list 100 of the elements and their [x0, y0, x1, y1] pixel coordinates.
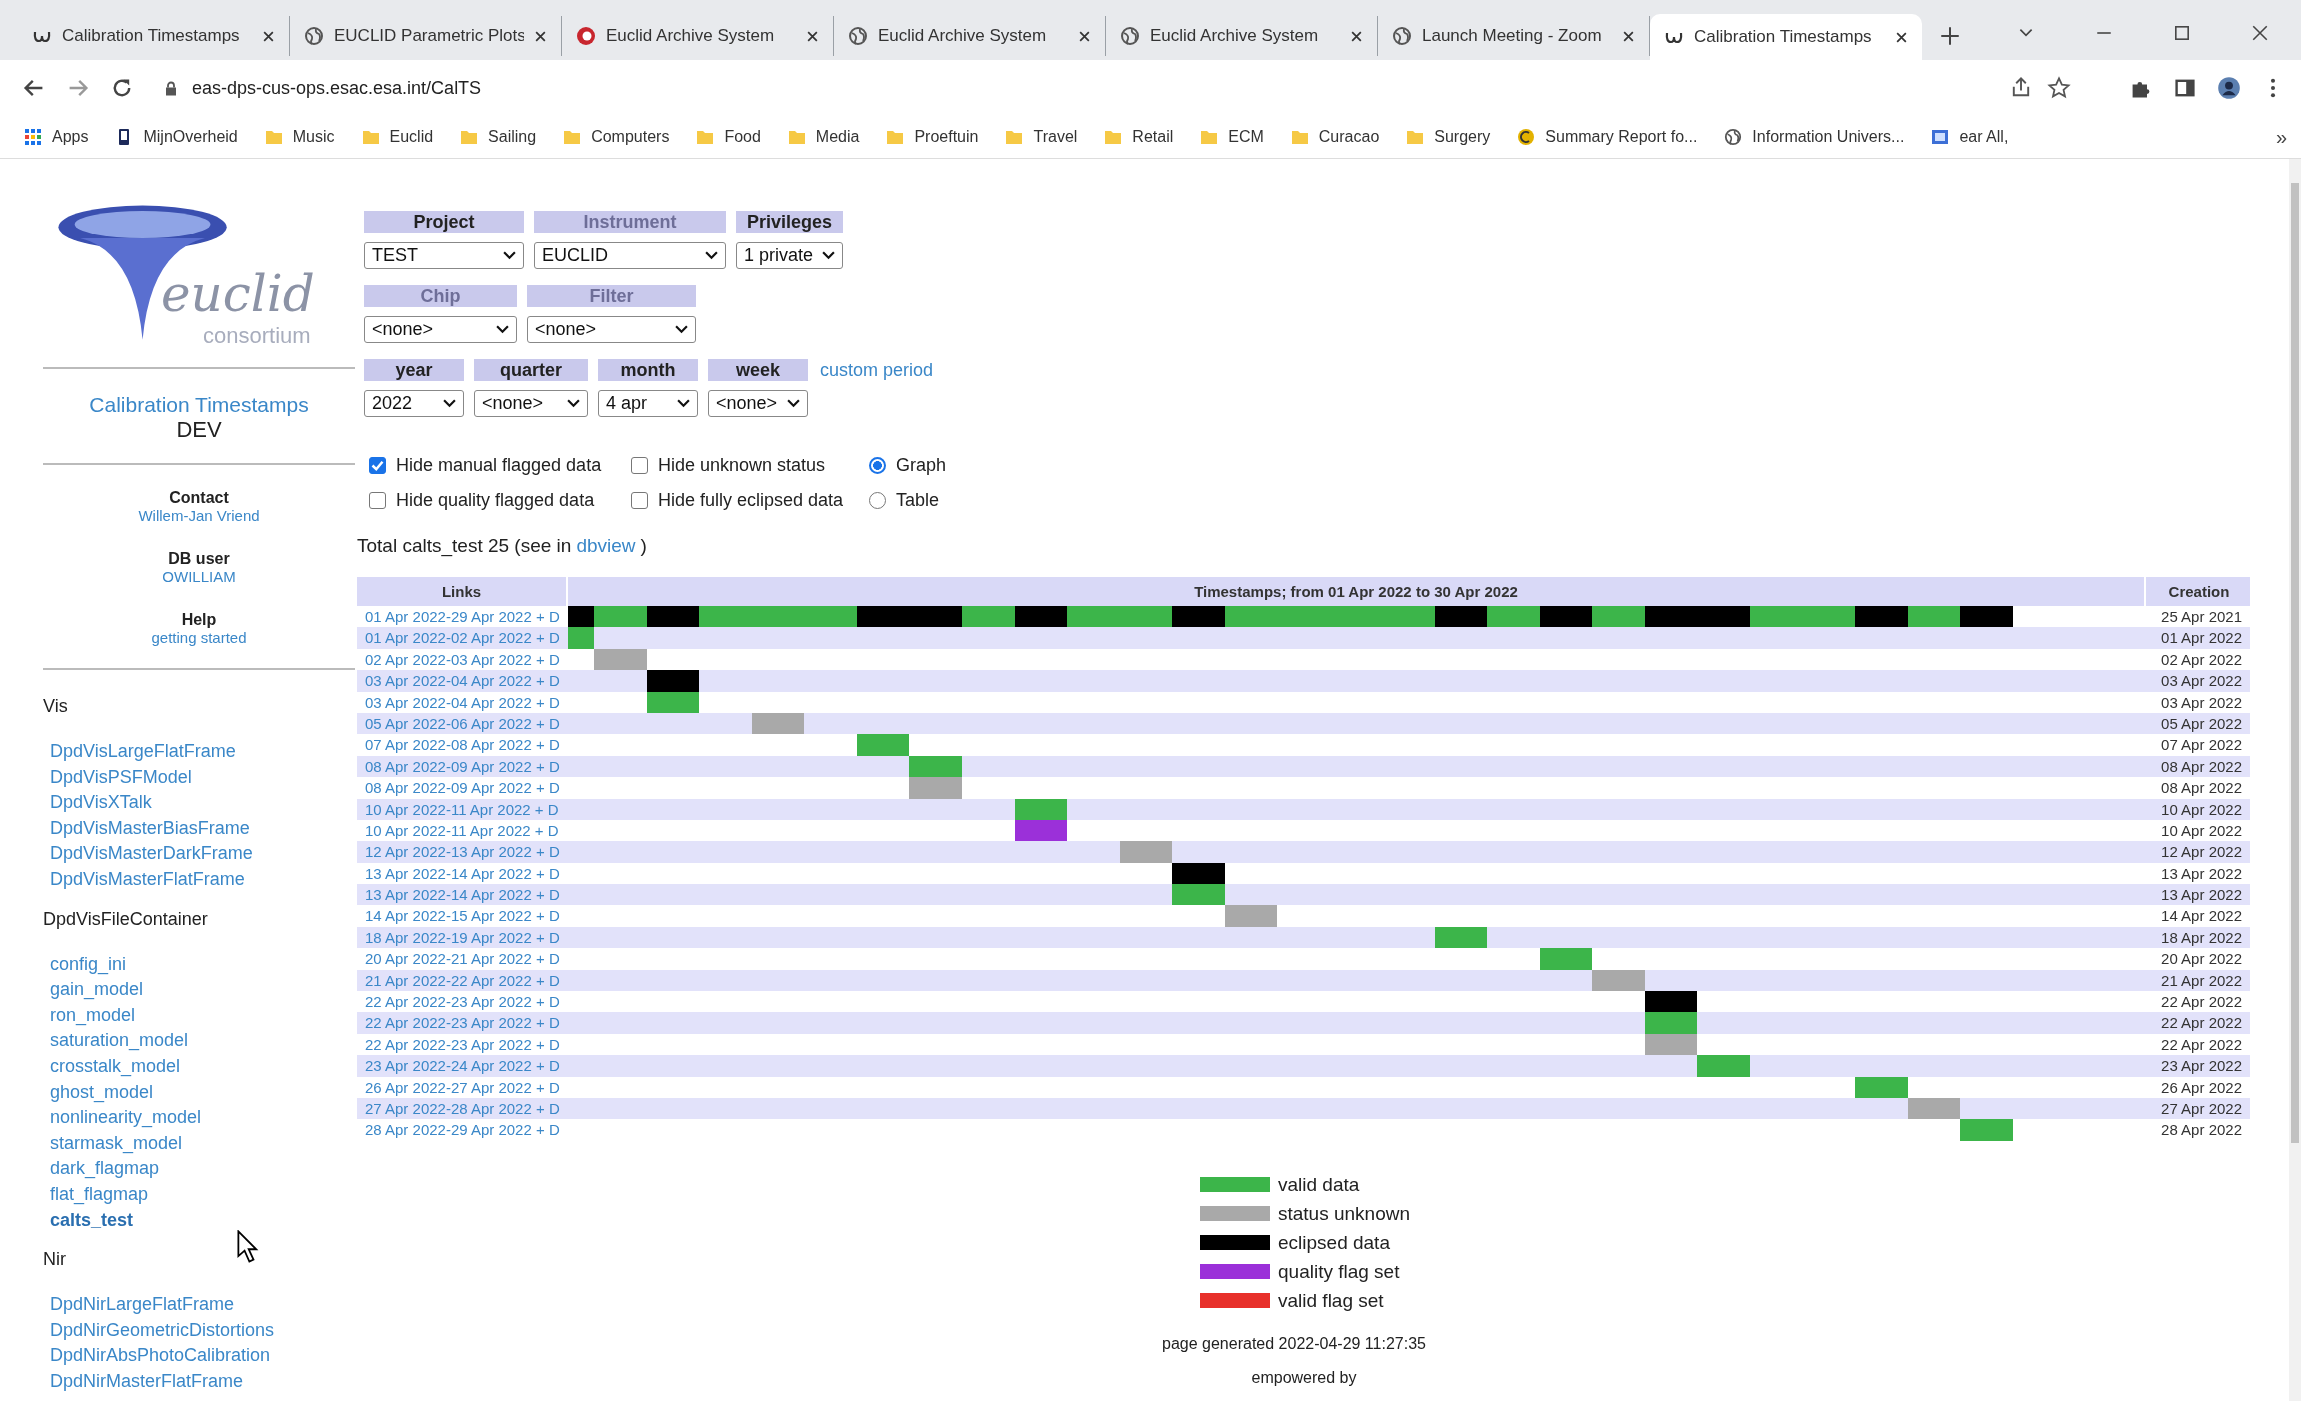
product-link[interactable]: flat_flagmap [50, 1181, 149, 1208]
browser-tab[interactable]: Calibration Timestamps [18, 16, 290, 56]
product-link[interactable]: saturation_model [50, 1028, 189, 1054]
timestamp-link[interactable]: 22 Apr 2022-23 Apr 2022 + D [357, 1012, 568, 1034]
timestamp-link[interactable]: 13 Apr 2022-14 Apr 2022 + D [357, 862, 568, 885]
bookmark[interactable]: MijnOverheid [115, 128, 238, 146]
info-link[interactable]: OWILLIAM [162, 568, 236, 585]
close-icon[interactable] [262, 29, 275, 43]
avatar-icon[interactable] [2217, 76, 2241, 100]
product-link[interactable]: starmask_model [50, 1130, 183, 1157]
timestamp-link[interactable]: 21 Apr 2022-22 Apr 2022 + D [357, 969, 568, 992]
bookmark[interactable]: Computers [563, 128, 670, 146]
timestamp-link[interactable]: 14 Apr 2022-15 Apr 2022 + D [357, 905, 568, 927]
timestamp-link[interactable]: 12 Apr 2022-13 Apr 2022 + D [357, 841, 568, 863]
checkbox[interactable] [631, 457, 648, 474]
product-link[interactable]: dark_flagmap [50, 1156, 160, 1182]
product-link[interactable]: ghost_model [50, 1079, 154, 1106]
timestamp-link[interactable]: 03 Apr 2022-04 Apr 2022 + D [357, 670, 568, 692]
custom-period-link[interactable]: custom period [820, 359, 934, 381]
select-field[interactable]: 2022 [364, 390, 464, 417]
bookmark[interactable]: Information Univers... [1724, 128, 1905, 146]
timestamp-link[interactable]: 07 Apr 2022-08 Apr 2022 + D [357, 734, 568, 756]
timestamp-link[interactable]: 28 Apr 2022-29 Apr 2022 + D [357, 1119, 568, 1141]
bookmark[interactable]: Food [696, 128, 761, 146]
timestamp-link[interactable]: 05 Apr 2022-06 Apr 2022 + D [357, 712, 568, 735]
bookmark[interactable]: Retail [1104, 128, 1174, 146]
bookmark[interactable]: ear All, [1931, 128, 2009, 146]
browser-tab[interactable]: Calibration Timestamps [1650, 14, 1922, 60]
close-icon[interactable] [1350, 29, 1363, 43]
address-field[interactable]: eas-dps-cus-ops.esac.esa.int/CalTS [192, 77, 482, 99]
plus-icon[interactable] [1940, 26, 1960, 46]
product-link[interactable]: gain_model [50, 977, 144, 1003]
product-link[interactable]: crosstalk_model [50, 1053, 181, 1080]
timestamp-link[interactable]: 01 Apr 2022-02 Apr 2022 + D [357, 627, 568, 649]
select-field[interactable]: TEST [364, 242, 524, 269]
bookmark[interactable]: Travel [1005, 128, 1078, 146]
product-link[interactable]: DpdNirLargeFlatFrame [50, 1292, 235, 1318]
timestamp-link[interactable]: 10 Apr 2022-11 Apr 2022 + D [357, 798, 568, 820]
select-field[interactable]: 4 apr [598, 390, 698, 417]
bookmark[interactable]: ECM [1200, 128, 1264, 146]
checkbox[interactable] [631, 492, 648, 509]
timestamp-link[interactable]: 10 Apr 2022-11 Apr 2022 + D [357, 819, 568, 842]
close-icon[interactable] [806, 29, 819, 43]
timestamp-link[interactable]: 08 Apr 2022-09 Apr 2022 + D [357, 755, 568, 778]
more-bookmarks-button[interactable]: » [2275, 125, 2287, 149]
info-link[interactable]: getting started [151, 629, 247, 646]
product-link[interactable]: config_ini [50, 951, 127, 978]
product-link[interactable]: DpdNirAbsPhotoCalibration [50, 1343, 271, 1369]
timestamp-link[interactable]: 13 Apr 2022-14 Apr 2022 + D [357, 884, 568, 906]
maximize-icon[interactable] [2173, 24, 2191, 42]
radio-button[interactable] [869, 457, 886, 474]
product-link[interactable]: nonlinearity_model [50, 1105, 202, 1131]
checkbox[interactable] [369, 492, 386, 509]
select-field[interactable]: 1 private [736, 242, 843, 269]
product-link[interactable]: DpdVisMasterDarkFrame [50, 841, 253, 867]
select-field[interactable]: <none> [474, 390, 588, 417]
timestamp-link[interactable]: 20 Apr 2022-21 Apr 2022 + D [357, 948, 568, 970]
bookmark[interactable]: Proeftuin [886, 128, 979, 146]
browser-tab[interactable]: Euclid Archive System [1106, 16, 1378, 56]
browser-tab[interactable]: Euclid Archive System [834, 16, 1106, 56]
product-link[interactable]: calts_test [50, 1207, 134, 1234]
bookmark[interactable]: Music [264, 128, 335, 146]
select-field[interactable]: <none> [708, 390, 808, 417]
timestamp-link[interactable]: 23 Apr 2022-24 Apr 2022 + D [357, 1055, 568, 1077]
bookmark[interactable]: Summary Report fo... [1517, 128, 1698, 146]
timestamp-link[interactable]: 01 Apr 2022-29 Apr 2022 + D [357, 606, 568, 628]
bookmark[interactable]: Sailing [460, 128, 537, 146]
scrollbar[interactable] [2289, 159, 2301, 1401]
close-icon[interactable] [1078, 29, 1091, 43]
close-icon[interactable] [2251, 24, 2269, 42]
bookmark[interactable]: Euclid [361, 128, 434, 146]
dbview-link[interactable]: dbview [576, 535, 636, 557]
bookmark[interactable]: Media [787, 128, 860, 146]
product-link[interactable]: ron_model [50, 1002, 136, 1029]
section-title: Vis [43, 696, 68, 717]
checkbox[interactable] [369, 457, 386, 474]
timestamp-link[interactable]: 02 Apr 2022-03 Apr 2022 + D [357, 648, 568, 671]
bookmark[interactable]: Surgery [1406, 128, 1491, 146]
browser-tab[interactable]: Euclid Archive System [562, 16, 834, 56]
bookmark[interactable]: Apps [24, 128, 89, 146]
timestamp-link[interactable]: 08 Apr 2022-09 Apr 2022 + D [357, 777, 568, 799]
star-icon[interactable] [2047, 76, 2071, 100]
bookmark[interactable]: Curacao [1290, 128, 1380, 146]
close-icon[interactable] [1622, 29, 1635, 43]
timestamp-link[interactable]: 22 Apr 2022-23 Apr 2022 + D [357, 991, 568, 1013]
product-link[interactable]: DpdVisXTalk [50, 790, 152, 816]
product-link[interactable]: DpdVisMasterBiasFrame [50, 815, 250, 842]
timestamp-link[interactable]: 27 Apr 2022-28 Apr 2022 + D [357, 1098, 568, 1120]
info-link[interactable]: Willem-Jan Vriend [138, 507, 260, 524]
product-link[interactable]: DpdVisLargeFlatFrame [50, 739, 236, 765]
product-link[interactable]: DpdVisPSFModel [50, 764, 192, 791]
close-icon[interactable] [1895, 30, 1908, 44]
timestamp-link[interactable]: 22 Apr 2022-23 Apr 2022 + D [357, 1033, 568, 1056]
timestamp-link[interactable]: 18 Apr 2022-19 Apr 2022 + D [357, 926, 568, 949]
product-link[interactable]: DpdNirMasterFlatFrame [50, 1368, 244, 1395]
timestamp-link[interactable]: 26 Apr 2022-27 Apr 2022 + D [357, 1076, 568, 1098]
product-link[interactable]: DpdVisMasterFlatFrame [50, 866, 245, 893]
close-icon[interactable] [534, 29, 547, 43]
timestamp-link[interactable]: 03 Apr 2022-04 Apr 2022 + D [357, 691, 568, 713]
product-link[interactable]: DpdNirGeometricDistortions [50, 1317, 275, 1344]
